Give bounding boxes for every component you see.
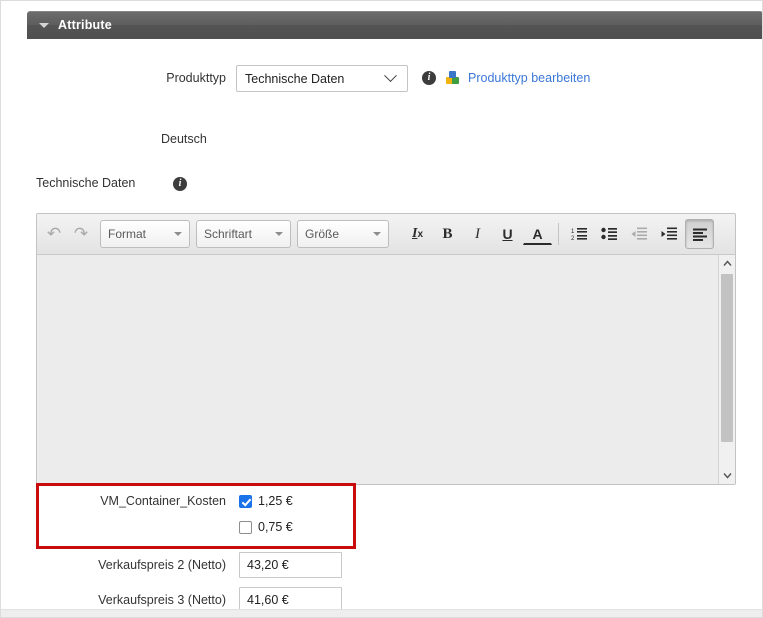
bold-icon[interactable]: B — [433, 219, 462, 249]
bottom-strip — [1, 609, 762, 617]
language-label: Deutsch — [161, 132, 207, 146]
scrollbar-track[interactable] — [719, 272, 735, 467]
produkttyp-label: Produkttyp — [166, 71, 226, 85]
italic-icon[interactable]: I — [463, 219, 492, 249]
editor-content-area[interactable] — [37, 255, 735, 484]
scroll-down-icon[interactable] — [719, 467, 735, 484]
checkbox-option-label: 1,25 € — [258, 494, 293, 508]
increase-indent-icon[interactable] — [655, 219, 684, 249]
chevron-down-icon — [275, 232, 283, 236]
scroll-up-icon[interactable] — [719, 255, 735, 272]
chevron-down-icon — [174, 232, 182, 236]
font-size-dropdown-label: Größe — [305, 227, 340, 241]
triangle-down-icon[interactable] — [39, 22, 49, 28]
product-blocks-icon — [446, 71, 461, 85]
vm-container-kosten-label: VM_Container_Kosten — [100, 494, 226, 508]
text-color-icon[interactable]: A — [523, 223, 552, 245]
chevron-down-icon — [373, 232, 381, 236]
info-icon[interactable]: i — [173, 177, 187, 191]
font-family-dropdown-label: Schriftart — [204, 227, 253, 241]
editor-toolbar: ↶ ↷ Format Schriftart Größe Ix B I U A 1… — [37, 214, 735, 255]
undo-arrow-icon[interactable]: ↶ — [41, 219, 67, 249]
verkaufspreis-2-label: Verkaufspreis 2 (Netto) — [98, 558, 226, 572]
toolbar-separator — [558, 223, 559, 245]
verkaufspreis-2-input[interactable]: 43,20 € — [239, 552, 342, 578]
section-header-attribute[interactable]: Attribute — [27, 11, 762, 39]
underline-icon[interactable]: U — [493, 219, 522, 249]
svg-text:1: 1 — [571, 229, 575, 235]
produkttyp-select[interactable]: Technische Daten — [236, 65, 408, 92]
format-dropdown[interactable]: Format — [100, 220, 190, 248]
scrollbar-thumb[interactable] — [721, 274, 733, 442]
checkbox-unchecked-icon[interactable] — [239, 520, 252, 534]
editor-scrollbar[interactable] — [718, 255, 735, 484]
decrease-indent-icon[interactable] — [625, 219, 654, 249]
font-size-dropdown[interactable]: Größe — [297, 220, 389, 248]
verkaufspreis-3-value: 41,60 € — [247, 593, 289, 607]
checkbox-option-label: 0,75 € — [258, 520, 293, 534]
produkttyp-bearbeiten-link[interactable]: Produkttyp bearbeiten — [468, 71, 590, 85]
checkbox-option-row[interactable]: 0,75 € — [239, 520, 293, 534]
numbered-list-icon[interactable]: 1 2 — [565, 219, 594, 249]
checkbox-option-row[interactable]: 1,25 € — [239, 494, 293, 508]
produkttyp-selected-value: Technische Daten — [245, 71, 345, 86]
verkaufspreis-3-label: Verkaufspreis 3 (Netto) — [98, 593, 226, 607]
section-title: Attribute — [58, 18, 112, 32]
chevron-down-icon — [384, 69, 397, 83]
svg-text:2: 2 — [571, 236, 575, 241]
remove-format-icon[interactable]: Ix — [403, 219, 432, 249]
verkaufspreis-2-value: 43,20 € — [247, 558, 289, 572]
attribute-panel-page: Attribute Produkttyp Technische Daten i … — [0, 0, 763, 618]
highlight-rectangle — [36, 483, 356, 549]
bulleted-list-icon[interactable] — [595, 219, 624, 249]
rich-text-editor: ↶ ↷ Format Schriftart Größe Ix B I U A 1… — [36, 213, 736, 485]
field-group-label: Technische Daten — [36, 176, 136, 190]
font-family-dropdown[interactable]: Schriftart — [196, 220, 291, 248]
format-dropdown-label: Format — [108, 227, 147, 241]
checkbox-checked-icon[interactable] — [239, 494, 252, 508]
info-icon[interactable]: i — [422, 71, 436, 85]
align-icon[interactable] — [685, 219, 714, 249]
redo-arrow-icon[interactable]: ↷ — [68, 219, 94, 249]
